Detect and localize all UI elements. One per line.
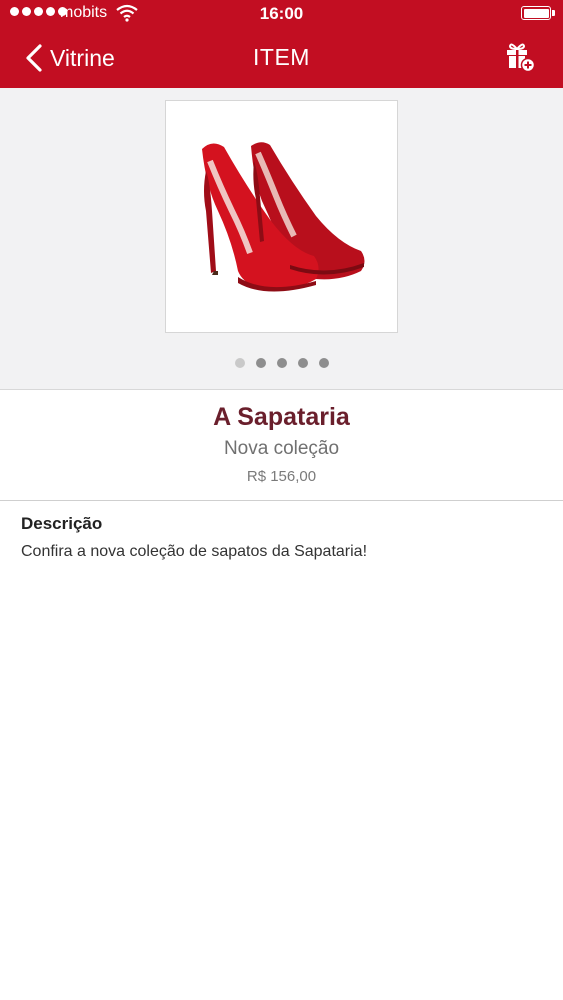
item-info: A Sapataria Nova coleção R$ 156,00 [0, 390, 563, 501]
header: mobits 16:00 Vitrine ITEM [0, 0, 563, 88]
image-gallery[interactable] [0, 88, 563, 390]
status-time: 16:00 [259, 4, 304, 23]
item-name: A Sapataria [213, 403, 350, 431]
product-image[interactable] [165, 100, 398, 333]
red-shoes-image [202, 142, 365, 292]
carousel-dot[interactable] [255, 358, 266, 368]
item-subtitle: Nova coleção [223, 438, 340, 459]
navigation-bar: Vitrine ITEM [0, 28, 563, 88]
item-price: R$ 156,00 [246, 468, 317, 485]
carousel-dot[interactable] [276, 358, 287, 368]
description-text: Confira a nova coleção de sapatos da Sap… [21, 543, 368, 560]
page-title: ITEM [253, 44, 310, 70]
description-heading: Descrição [21, 514, 103, 533]
carousel-indicator[interactable] [0, 358, 563, 368]
gift-add-icon[interactable] [505, 40, 535, 72]
carousel-dot[interactable] [318, 358, 329, 368]
status-bar: mobits 16:00 [0, 0, 563, 28]
battery-icon [521, 6, 555, 20]
carousel-dot[interactable] [297, 358, 308, 368]
carousel-dot[interactable] [234, 358, 245, 368]
description-section: Descrição Confira a nova coleção de sapa… [21, 514, 541, 561]
